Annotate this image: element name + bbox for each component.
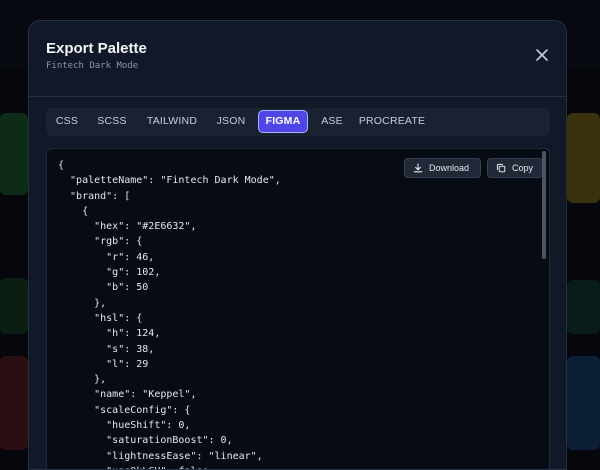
download-icon bbox=[413, 163, 423, 173]
code-line: "b": 50 bbox=[58, 282, 149, 294]
tab-figma[interactable]: FIGMA bbox=[258, 110, 308, 133]
code-line: "name": "Keppel", bbox=[58, 389, 197, 401]
header-divider bbox=[29, 96, 566, 97]
code-line: "hueShift": 0, bbox=[58, 420, 191, 432]
code-preview[interactable]: { "paletteName": "Fintech Dark Mode", "b… bbox=[46, 148, 550, 469]
copy-label: Copy bbox=[512, 163, 534, 173]
code-line: { bbox=[58, 205, 89, 217]
code-line: "l": 29 bbox=[58, 358, 149, 370]
tab-ase[interactable]: ASE bbox=[314, 110, 350, 133]
code-line: "s": 38, bbox=[58, 343, 155, 355]
code-line: { bbox=[58, 160, 65, 171]
code-line: "useOkLCH": false bbox=[58, 466, 208, 469]
code-line: "h": 124, bbox=[58, 328, 161, 340]
code-line: }, bbox=[58, 297, 107, 309]
code-line: "hex": "#2E6632", bbox=[58, 221, 197, 233]
download-label: Download bbox=[429, 163, 470, 173]
code-line: "brand": [ bbox=[58, 190, 131, 202]
tab-scss[interactable]: SCSS bbox=[90, 110, 134, 133]
code-line: "saturationBoost": 0, bbox=[58, 435, 233, 447]
copy-button[interactable]: Copy bbox=[487, 158, 543, 178]
code-line: "rgb": { bbox=[58, 236, 143, 248]
modal-subtitle: Fintech Dark Mode bbox=[46, 61, 139, 71]
code-line: }, bbox=[58, 374, 107, 386]
close-button[interactable] bbox=[532, 45, 552, 65]
code-line: "scaleConfig": { bbox=[58, 404, 191, 416]
tab-procreate[interactable]: PROCREATE bbox=[356, 110, 428, 133]
tab-tailwind[interactable]: TAILWIND bbox=[140, 110, 204, 133]
export-code: { "paletteName": "Fintech Dark Mode", "b… bbox=[58, 158, 281, 469]
code-line: "lightnessEase": "linear", bbox=[58, 450, 263, 462]
code-line: "paletteName": "Fintech Dark Mode", bbox=[58, 175, 281, 187]
export-palette-modal: Export Palette Fintech Dark Mode CSS SCS… bbox=[28, 20, 567, 470]
modal-title: Export Palette bbox=[46, 40, 147, 57]
copy-icon bbox=[496, 163, 506, 173]
code-line: "g": 102, bbox=[58, 267, 161, 279]
format-tabs: CSS SCSS TAILWIND JSON FIGMA ASE PROCREA… bbox=[46, 108, 550, 136]
close-icon bbox=[536, 49, 548, 61]
code-line: "r": 46, bbox=[58, 251, 155, 263]
download-button[interactable]: Download bbox=[404, 158, 481, 178]
code-line: "hsl": { bbox=[58, 312, 143, 324]
tab-css[interactable]: CSS bbox=[50, 110, 84, 133]
tab-json[interactable]: JSON bbox=[210, 110, 252, 133]
code-scrollbar[interactable] bbox=[542, 151, 546, 259]
